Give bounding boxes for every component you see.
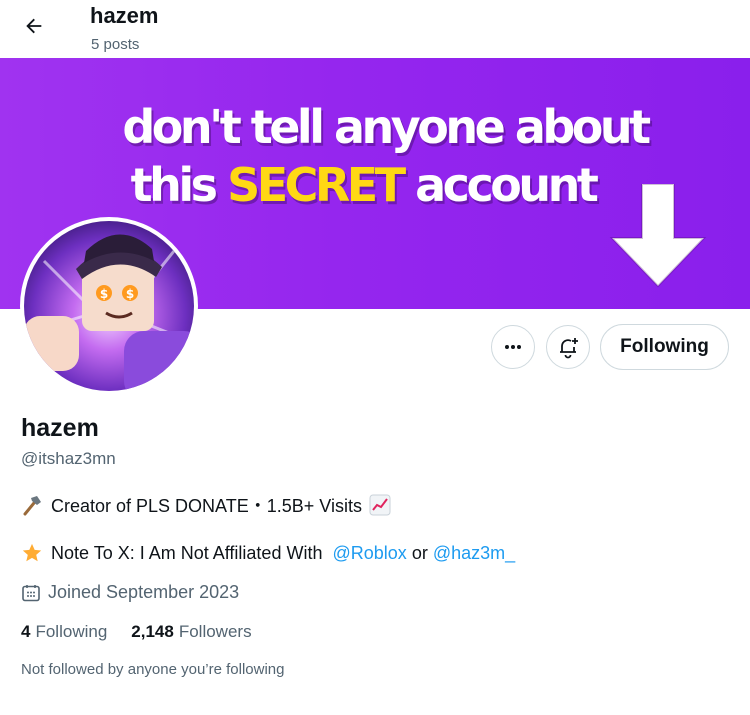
followers-link[interactable]: 2,148 Followers xyxy=(131,622,251,642)
banner-text-secret: SECRET xyxy=(227,158,406,212)
avatar-image: $ $ xyxy=(24,221,204,401)
chart-increasing-icon xyxy=(369,494,393,516)
svg-text:$: $ xyxy=(126,287,134,301)
following-count: 4 xyxy=(21,622,31,641)
more-options-button[interactable] xyxy=(491,325,535,369)
banner-text-this: this xyxy=(130,158,228,212)
banner-text-account: account xyxy=(402,158,599,212)
star-icon xyxy=(21,542,45,564)
join-date-text: Joined September 2023 xyxy=(48,582,240,602)
bio-line-2: Note To X: I Am Not Affiliated With @Rob… xyxy=(21,542,515,564)
arrow-left-icon xyxy=(26,18,42,34)
following-label: Following xyxy=(35,622,108,641)
banner-text-line1: don't tell anyone about xyxy=(122,100,651,154)
notifications-button[interactable] xyxy=(546,325,590,369)
back-button[interactable] xyxy=(14,8,54,44)
mention-haz3m-link[interactable]: @haz3m_ xyxy=(433,543,515,564)
bio-line-1: Creator of PLS DONATE・1.5B+ Visits xyxy=(21,492,399,518)
following-link[interactable]: 4 Following xyxy=(21,622,107,642)
bell-plus-icon xyxy=(560,338,578,359)
mutual-followers-note: Not followed by anyone you’re following xyxy=(21,661,285,678)
profile-header-bar: hazem 5 posts xyxy=(0,0,750,58)
bio-text-2: Note To X: I Am Not Affiliated With xyxy=(51,542,323,563)
svg-text:$: $ xyxy=(100,287,108,301)
calendar-icon xyxy=(21,583,41,603)
following-button[interactable]: Following xyxy=(600,324,729,370)
more-horizontal-icon xyxy=(505,345,521,349)
bio-or-text: or xyxy=(411,542,428,563)
profile-avatar[interactable]: $ $ xyxy=(20,217,204,401)
down-arrow-icon xyxy=(609,184,707,288)
followers-count: 2,148 xyxy=(131,622,174,641)
mention-roblox-link[interactable]: @Roblox xyxy=(332,543,406,564)
hammer-icon xyxy=(21,494,45,516)
user-handle: @itshaz3mn xyxy=(21,449,116,468)
followers-label: Followers xyxy=(178,622,252,641)
follow-stats: 4 Following 2,148 Followers xyxy=(21,622,276,642)
post-count: 5 posts xyxy=(91,36,140,53)
display-name: hazem xyxy=(21,414,99,442)
bio-text-1: Creator of PLS DONATE・1.5B+ Visits xyxy=(51,496,362,516)
join-date: Joined September 2023 xyxy=(21,582,239,603)
header-name: hazem xyxy=(90,3,159,28)
